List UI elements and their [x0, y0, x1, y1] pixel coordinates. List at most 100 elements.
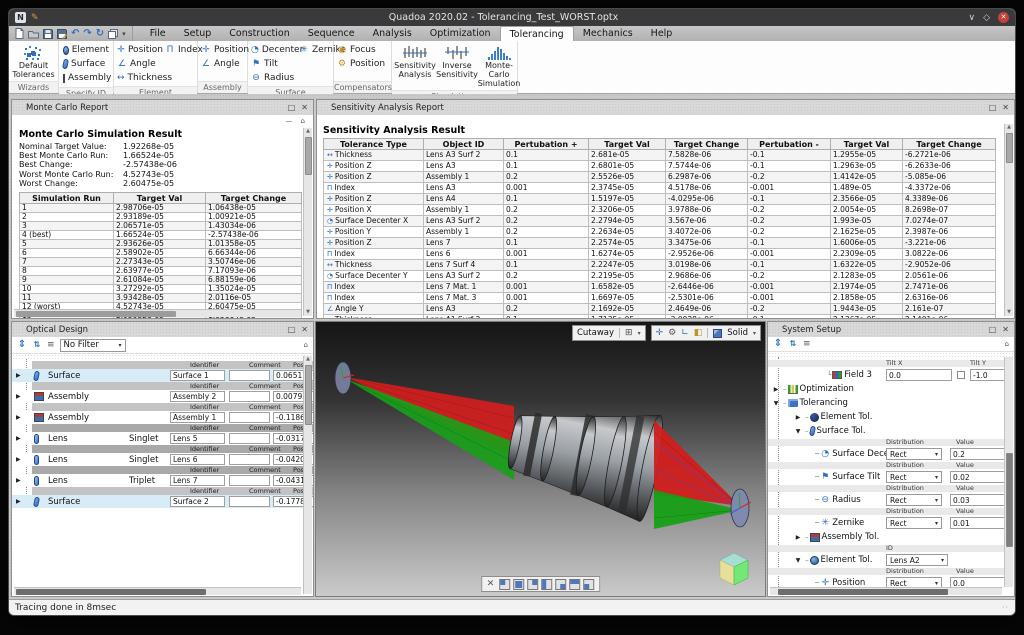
expander-icon[interactable]: ▶ — [16, 477, 24, 484]
table-row[interactable]: ↔Thickness Lens 7 Surf 4 0.1 2.2247e-05 … — [324, 260, 996, 271]
table-row[interactable]: 12.98706e-051.06438e-05 — [20, 204, 302, 213]
identifier-field[interactable] — [170, 454, 225, 465]
3d-viewport[interactable]: Cutaway ⊞ ▾ ✛ ⚙ ∟ ◧ Solid ▾ ✕ — [315, 321, 766, 597]
cube-view-icon[interactable] — [555, 579, 566, 590]
expander-icon[interactable]: ▶ — [772, 386, 780, 393]
surface-radius-button[interactable]: ⊖Radius — [251, 72, 297, 84]
tilt-x-field[interactable] — [886, 369, 952, 381]
gear-icon[interactable]: ⚙ — [668, 328, 676, 338]
cube-view-icon[interactable] — [499, 579, 510, 590]
cube-view-icon[interactable] — [527, 579, 538, 590]
tree-row-surface-decenter[interactable]: ─◔ Surface Decenter Rect▾ — [768, 448, 1004, 460]
sort-icon[interactable]: ⇕ — [17, 340, 27, 350]
expander-icon[interactable]: ▶ — [16, 414, 24, 421]
column-header[interactable]: Target Val — [114, 193, 206, 204]
element-position-button[interactable]: ✛Position — [117, 44, 163, 56]
table-row[interactable]: ΠIndex Lens A3 0.001 2.3745e-05 4.5178e-… — [324, 183, 996, 194]
cube-view-icon[interactable] — [569, 579, 580, 590]
expander-icon[interactable]: ▶ — [16, 456, 24, 463]
tree-row-lens-6[interactable]: ▶ Lens Singlet — [12, 453, 313, 466]
comment-field[interactable] — [229, 370, 270, 381]
table-row[interactable]: 32.06571e-051.43034e-06 — [20, 222, 302, 231]
sensitivity-analysis-button[interactable]: Sensitivity Analysis — [395, 43, 435, 88]
column-header[interactable]: Target Val — [831, 139, 903, 150]
table-row[interactable]: 92.61084e-056.88159e-06 — [20, 276, 302, 285]
distribution-dropdown[interactable]: Rect▾ — [886, 448, 942, 460]
float-panel-icon[interactable]: □ — [288, 325, 296, 335]
value-field[interactable] — [950, 517, 1004, 529]
column-header[interactable]: Target Change — [666, 139, 748, 150]
minimize-button[interactable]: ∨ — [968, 13, 975, 23]
render-mode-dropdown[interactable]: Solid — [727, 328, 748, 338]
optical-design-panel-header[interactable]: Optical Design □ ✕ — [12, 322, 313, 337]
table-row[interactable]: 113.93428e-052.0116e-05 — [20, 294, 302, 303]
close-panel-icon[interactable]: ✕ — [301, 325, 308, 335]
identifier-field[interactable] — [170, 370, 225, 381]
list-icon[interactable]: ≡ — [803, 339, 811, 349]
tree-row-assembly-1[interactable]: ▶ Assembly — [12, 411, 313, 424]
redo-icon[interactable]: ↷ — [83, 29, 91, 39]
id-dropdown[interactable]: Lens A2▾ — [886, 554, 948, 566]
vertical-scrollbar[interactable]: ▲▼ — [1004, 124, 1013, 316]
table-row[interactable]: 22.93189e-051.00921e-05 — [20, 213, 302, 222]
column-header[interactable]: Simulation Run — [20, 193, 114, 204]
horizontal-scrollbar[interactable] — [14, 309, 301, 317]
move-view-icon[interactable]: ✛ — [656, 328, 664, 338]
duplicate-window-icon[interactable] — [108, 29, 118, 39]
distribution-dropdown[interactable]: Rect▾ — [886, 471, 942, 483]
table-row[interactable]: ↔Thickness Lens A1 Surf 2 0.1 1.7135e-05… — [324, 315, 996, 319]
table-row[interactable]: ✛Position Z Assembly 1 0.2 2.5526e-05 6.… — [324, 172, 996, 183]
column-header[interactable]: Target Change — [206, 193, 302, 204]
cube-view-icon[interactable] — [541, 579, 552, 590]
identifier-field[interactable] — [170, 412, 225, 423]
monte-carlo-panel-header[interactable]: Monte Carlo Report □ ✕ — [12, 100, 313, 115]
table-row[interactable]: ΠIndex Lens 6 0.001 1.6274e-05 -2.9526e-… — [324, 249, 996, 260]
float-panel-icon[interactable]: □ — [989, 325, 997, 335]
value-field[interactable] — [950, 471, 1004, 483]
vertical-scrollbar[interactable]: ▲▼ — [303, 128, 312, 316]
expander-icon[interactable]: ▶ — [16, 498, 24, 505]
column-header[interactable]: Target Change — [903, 139, 996, 150]
tab-help[interactable]: Help — [642, 26, 682, 41]
column-header[interactable]: Tolerance Type — [324, 139, 424, 150]
specify-element-button[interactable]: Element — [63, 44, 109, 56]
tab-mechanics[interactable]: Mechanics — [574, 26, 642, 41]
identifier-field[interactable] — [170, 433, 225, 444]
open-file-icon[interactable] — [28, 29, 39, 39]
table-row[interactable]: 72.27343e-053.50746e-06 — [20, 258, 302, 267]
comment-field[interactable] — [229, 391, 270, 402]
compensator-focus-button[interactable]: ◉Focus — [337, 44, 385, 56]
maximize-button[interactable]: ◇ — [983, 13, 990, 23]
table-row[interactable]: 62.58902e-056.66344e-06 — [20, 249, 302, 258]
identifier-field[interactable] — [170, 475, 225, 486]
close-panel-icon[interactable]: ✕ — [1002, 103, 1009, 113]
sort-secondary-icon[interactable]: ⇅ — [788, 339, 798, 349]
tree-row-assembly-2[interactable]: ▶ Assembly — [12, 390, 313, 403]
table-row[interactable]: ✛Position Z Lens A3 0.1 2.6801e-05 7.574… — [324, 161, 996, 172]
compensator-position-button[interactable]: ⚙Position — [337, 58, 385, 70]
comment-field[interactable] — [229, 433, 270, 444]
column-header[interactable]: Target Val — [589, 139, 666, 150]
table-row[interactable]: ΠIndex Lens 7 Mat. 1 0.001 1.6582e-05 -2… — [324, 282, 996, 293]
pin-icon[interactable]: ⌂ — [304, 341, 308, 349]
refresh-icon[interactable]: ↻ — [96, 29, 104, 39]
close-panel-icon[interactable]: ✕ — [301, 103, 308, 113]
axes-icon[interactable]: ∟ — [681, 328, 689, 338]
comment-field[interactable] — [229, 412, 270, 423]
default-tolerances-button[interactable]: Default Tolerances — [12, 43, 54, 79]
table-row[interactable]: ◔Surface Decenter Y Lens A3 Surf 2 0.2 2… — [324, 271, 996, 282]
table-row[interactable]: ↔Thickness Lens A3 Surf 2 0.1 2.681e-05 … — [324, 150, 996, 161]
distribution-dropdown[interactable]: Rect▾ — [886, 517, 942, 529]
expander-icon[interactable]: ▼ — [772, 400, 780, 407]
tab-tolerancing[interactable]: Tolerancing — [500, 26, 574, 41]
expander-icon[interactable]: ▶ — [794, 414, 802, 421]
close-panel-icon[interactable]: ✕ — [1002, 325, 1009, 335]
distribution-dropdown[interactable]: Rect▾ — [886, 494, 942, 506]
value-field[interactable] — [950, 448, 1004, 460]
tab-analysis[interactable]: Analysis — [364, 26, 421, 41]
table-row[interactable]: ΠIndex Lens 7 Mat. 3 0.001 1.6697e-05 -2… — [324, 293, 996, 304]
tree-row-optimization[interactable]: ▶– Optimization — [768, 383, 1004, 395]
tilt-y-field[interactable] — [970, 369, 1004, 381]
surface-tilt-button[interactable]: ⚑Tilt — [251, 58, 297, 70]
tree-row-tolerancing[interactable]: ▼– Tolerancing — [768, 397, 1004, 409]
